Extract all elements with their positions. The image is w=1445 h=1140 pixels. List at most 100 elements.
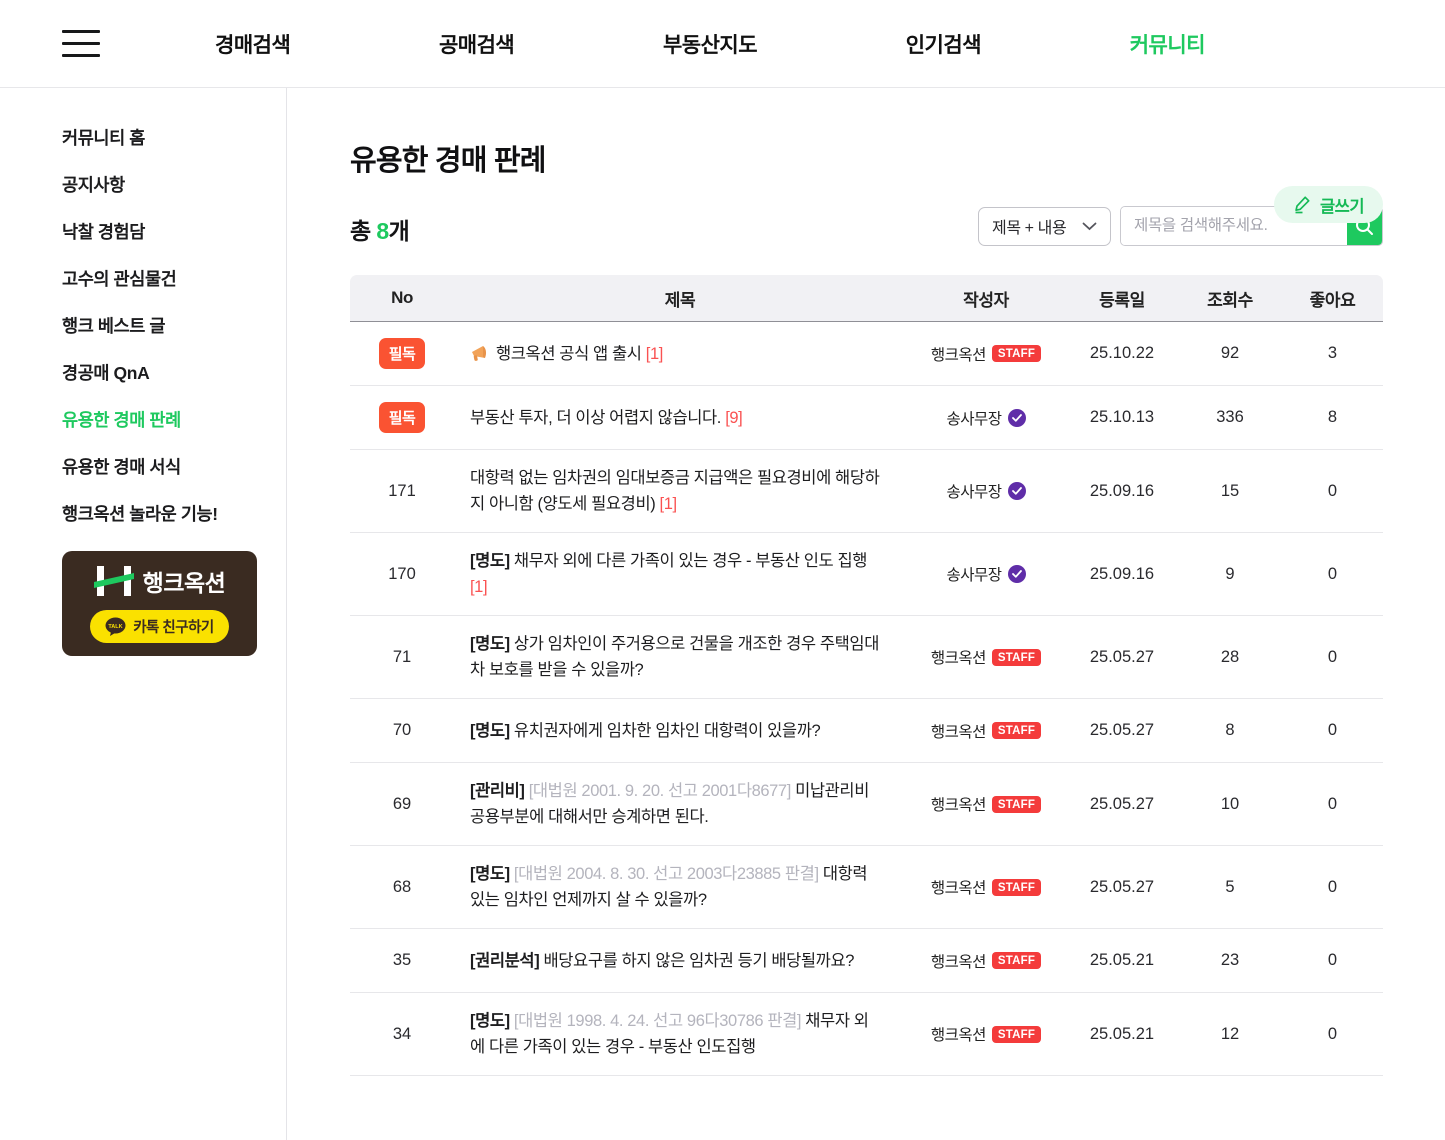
- nav-item-3[interactable]: 인기검색: [906, 29, 982, 59]
- sidebar-item-2[interactable]: 낙찰 경험담: [62, 222, 286, 242]
- kakao-button-label: 카톡 친구하기: [133, 620, 214, 636]
- required-badge-cell: 필독: [350, 402, 454, 433]
- total-count-text: 총 8개: [350, 218, 410, 244]
- sidebar-item-1[interactable]: 공지사항: [62, 175, 286, 195]
- post-title-case-reference: [대법원 2001. 9. 20. 선고 2001다8677]: [524, 782, 792, 800]
- board-table-body: 필독 행크옥션 공식 앱 출시 [1] 행크옥션 STAFF 25.10.22 92 3 필독…: [350, 322, 1383, 1076]
- post-title-text: 부동산 투자, 더 이상 어렵지 않습니다.: [470, 408, 726, 427]
- sidebar-item-3[interactable]: 고수의 관심물건: [62, 269, 286, 289]
- verified-badge-icon: [1007, 565, 1026, 583]
- post-author: 행크옥션 STAFF: [906, 343, 1066, 365]
- view-count: 9: [1225, 564, 1235, 583]
- required-badge: 필독: [378, 402, 426, 433]
- post-author: 행크옥션 STAFF: [906, 720, 1066, 742]
- author-name: 행크옥션: [930, 346, 987, 364]
- post-title[interactable]: [관리비] [대법원 2001. 9. 20. 선고 2001다8677] 미납…: [454, 778, 906, 830]
- author-name: 송사무장: [946, 410, 1002, 428]
- megaphone-icon: [472, 345, 487, 361]
- table-row[interactable]: 필독 행크옥션 공식 앱 출시 [1] 행크옥션 STAFF 25.10.22 92 3: [350, 322, 1383, 386]
- post-title[interactable]: [명도] 상가 임차인이 주거용으로 건물을 개조한 경우 주택임대차 보호를 …: [454, 631, 906, 683]
- table-row[interactable]: 필독 부동산 투자, 더 이상 어렵지 않습니다. [9] 송사무장 25.10.13…: [350, 386, 1383, 450]
- post-title-category: [명도]: [470, 865, 510, 883]
- post-date: 25.05.27: [1089, 877, 1155, 896]
- post-author: 행크옥션 STAFF: [906, 793, 1066, 815]
- table-row[interactable]: 170 [명도] 채무자 외에 다른 가족이 있는 경우 - 부동산 인도 집행 …: [350, 533, 1383, 616]
- post-title[interactable]: 대항력 없는 임차권의 임대보증금 지급액은 필요경비에 해당하지 아니함 (양…: [454, 465, 906, 517]
- view-count: 23: [1220, 951, 1240, 969]
- nav-item-0[interactable]: 경매검색: [215, 29, 291, 59]
- post-title[interactable]: [명도] 채무자 외에 다른 가족이 있는 경우 - 부동산 인도 집행 [1]: [454, 548, 906, 600]
- post-title-text: 채무자 외에 다른 가족이 있는 경우 - 부동산 인도 집행: [509, 552, 868, 570]
- total-count-number: 8: [376, 218, 389, 244]
- table-row[interactable]: 171 대항력 없는 임차권의 임대보증금 지급액은 필요경비에 해당하지 아니함…: [350, 450, 1383, 533]
- post-title-category: [명도]: [470, 1012, 510, 1030]
- post-number: 34: [392, 1024, 412, 1043]
- post-title[interactable]: [명도] [대법원 1998. 4. 24. 선고 96다30786 판결] 채…: [454, 1008, 906, 1060]
- sidebar-item-5[interactable]: 경공매 QnA: [62, 363, 286, 383]
- post-date: 25.09.16: [1089, 564, 1155, 583]
- hamburger-menu-icon[interactable]: [62, 30, 100, 57]
- table-row[interactable]: 68 [명도] [대법원 2004. 8. 30. 선고 2003다23885 판…: [350, 846, 1383, 929]
- post-number: 35: [392, 951, 412, 969]
- table-row[interactable]: 35 [권리분석] 배당요구를 하지 않은 임차권 등기 배당될까요? 행크옥션 ST…: [350, 929, 1383, 993]
- table-row[interactable]: 71 [명도] 상가 임차인이 주거용으로 건물을 개조한 경우 주택임대차 보호…: [350, 616, 1383, 699]
- sidebar-item-0[interactable]: 커뮤니티 홈: [62, 128, 286, 148]
- post-title[interactable]: [권리분석] 배당요구를 하지 않은 임차권 등기 배당될까요?: [454, 948, 906, 974]
- post-title-category: [권리분석]: [470, 951, 540, 970]
- nav-item-4[interactable]: 커뮤니티: [1130, 29, 1206, 59]
- post-number: 171: [388, 481, 416, 500]
- post-title-text: 배당요구를 하지 않은 임차권 등기 배당될까요?: [539, 951, 855, 970]
- post-title[interactable]: 행크옥션 공식 앱 출시 [1]: [454, 341, 906, 367]
- view-count: 12: [1220, 1024, 1240, 1043]
- like-count: 0: [1327, 794, 1338, 813]
- write-post-button[interactable]: 글쓰기: [1273, 186, 1383, 223]
- kakao-friend-button[interactable]: TALK 카톡 친구하기: [90, 610, 229, 643]
- author-name: 행크옥션: [930, 953, 987, 971]
- post-title-text: 행크옥션 공식 앱 출시: [496, 344, 646, 363]
- chevron-down-icon: [1082, 222, 1097, 230]
- required-badge: 필독: [378, 338, 426, 369]
- community-sidebar: 커뮤니티 홈공지사항낙찰 경험담고수의 관심물건행크 베스트 글경공매 QnA 유…: [0, 88, 287, 1140]
- page-title: 유용한 경매 판례: [350, 145, 546, 177]
- view-count: 28: [1220, 647, 1240, 666]
- staff-badge: STAFF: [991, 722, 1042, 739]
- table-row[interactable]: 69 [관리비] [대법원 2001. 9. 20. 선고 2001다8677] …: [350, 763, 1383, 846]
- post-title-category: [명도]: [470, 721, 510, 740]
- hank-auction-kakao-banner[interactable]: 행크옥션 TALK 카톡 친구하기: [62, 551, 257, 656]
- view-count: 92: [1220, 344, 1240, 362]
- post-title-case-reference: [대법원 1998. 4. 24. 선고 96다30786 판결]: [509, 1012, 802, 1030]
- table-row[interactable]: 70 [명도] 유치권자에게 임차한 임차인 대항력이 있을까? 행크옥션 STAFF…: [350, 699, 1383, 763]
- sidebar-item-7[interactable]: 유용한 경매 서식: [62, 457, 286, 477]
- post-title[interactable]: [명도] 유치권자에게 임차한 임차인 대항력이 있을까?: [454, 718, 906, 744]
- view-count: 15: [1220, 481, 1240, 500]
- staff-badge: STAFF: [991, 952, 1042, 969]
- top-navigation-bar: 경매검색 공매검색 부동산지도 인기검색 커뮤니티: [0, 0, 1445, 88]
- post-author: 송사무장: [906, 480, 1066, 502]
- board-table: No 제목 작성자 등록일 조회수 좋아요 필독 행크옥션 공식 앱 출시 [1] 행크옥션 S…: [350, 275, 1383, 1076]
- search-filter-select[interactable]: 제목 + 내용: [978, 206, 1111, 246]
- view-count: 10: [1220, 794, 1240, 813]
- post-title-text: 상가 임차인이 주거용으로 건물을 개조한 경우 주택임대차 보호를 받을 수 …: [470, 635, 879, 679]
- sidebar-menu: 커뮤니티 홈공지사항낙찰 경험담고수의 관심물건행크 베스트 글경공매 QnA 유…: [62, 128, 286, 524]
- verified-badge-icon: [1007, 408, 1026, 427]
- like-count: 0: [1327, 951, 1338, 969]
- post-date: 25.10.13: [1089, 408, 1155, 426]
- view-count: 8: [1225, 721, 1235, 739]
- search-filter-value: 제목 + 내용: [992, 220, 1067, 237]
- sidebar-item-8[interactable]: 행크옥션 놀라운 기능!: [62, 504, 286, 524]
- like-count: 8: [1327, 408, 1338, 426]
- sidebar-item-6[interactable]: 유용한 경매 판례: [62, 410, 286, 430]
- svg-text:TALK: TALK: [109, 624, 123, 630]
- post-title[interactable]: [명도] [대법원 2004. 8. 30. 선고 2003다23885 판결]…: [454, 861, 906, 913]
- post-author: 행크옥션 STAFF: [906, 950, 1066, 972]
- nav-item-2[interactable]: 부동산지도: [663, 29, 758, 59]
- nav-item-1[interactable]: 공매검색: [439, 29, 515, 59]
- staff-badge: STAFF: [991, 648, 1042, 666]
- post-title[interactable]: 부동산 투자, 더 이상 어렵지 않습니다. [9]: [454, 405, 906, 431]
- write-button-label: 글쓰기: [1319, 197, 1365, 216]
- column-header: No: [391, 288, 413, 307]
- table-row[interactable]: 34 [명도] [대법원 1998. 4. 24. 선고 96다30786 판결]…: [350, 993, 1383, 1076]
- sidebar-item-4[interactable]: 행크 베스트 글: [62, 316, 286, 336]
- h-logo-icon: [93, 566, 134, 596]
- like-count: 3: [1327, 344, 1338, 362]
